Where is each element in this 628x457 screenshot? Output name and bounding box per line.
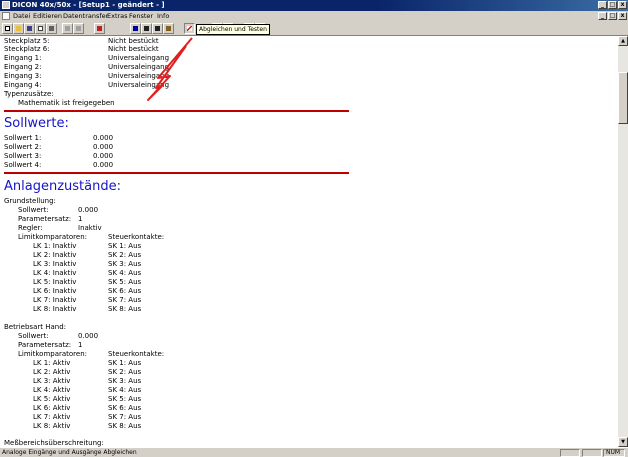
scroll-thumb[interactable] [618, 72, 628, 124]
scroll-up-button[interactable]: ▲ [618, 36, 628, 46]
status-pane [582, 449, 602, 457]
num-lock-indicator: NUM [603, 449, 625, 457]
vertical-scrollbar[interactable]: ▲ ▼ [618, 36, 628, 447]
status-message: Analoge Eingänge und Ausgänge Abgleichen [2, 449, 137, 456]
tooltip: Abgleichen und Testen [196, 24, 270, 35]
annotation-arrow-icon [147, 37, 193, 101]
status-pane [560, 449, 580, 457]
status-bar: Analoge Eingänge und Ausgänge Abgleichen… [0, 447, 628, 457]
scroll-down-button[interactable]: ▼ [618, 437, 628, 447]
